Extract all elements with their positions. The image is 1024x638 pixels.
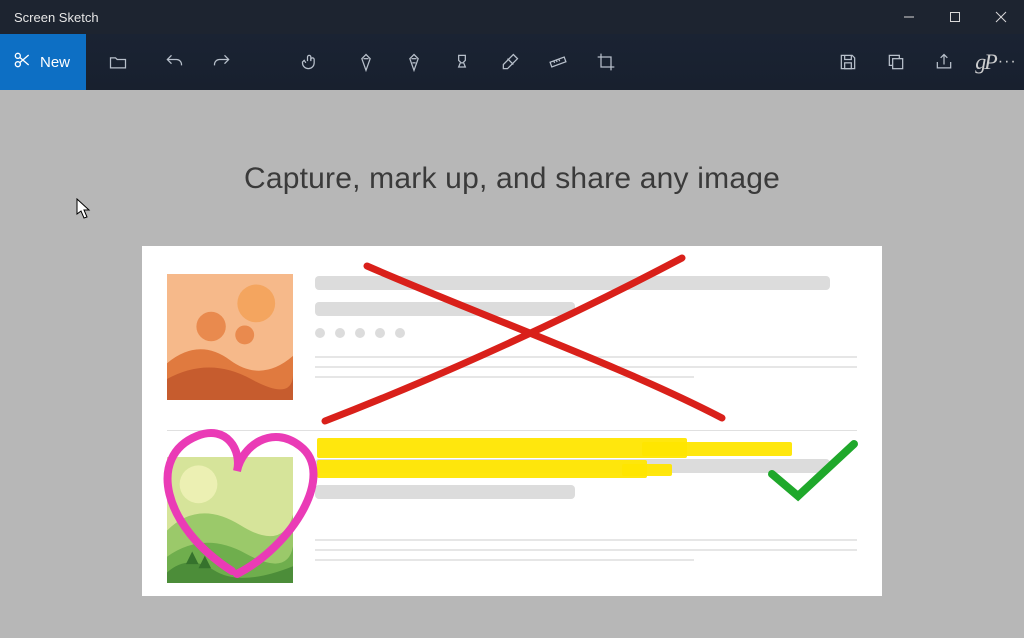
titlebar: Screen Sketch — [0, 0, 1024, 34]
pencil-button[interactable] — [390, 34, 438, 90]
highlighter-button[interactable] — [438, 34, 486, 90]
thumbnail-desert — [167, 274, 293, 400]
undo-button[interactable] — [150, 34, 198, 90]
canvas-area: Capture, mark up, and share any image — [0, 90, 1024, 638]
thumbnail-hills — [167, 457, 293, 583]
open-button[interactable] — [94, 34, 142, 90]
redo-button[interactable] — [198, 34, 246, 90]
touch-writing-button[interactable] — [286, 34, 334, 90]
close-button[interactable] — [978, 0, 1024, 34]
mouse-cursor — [76, 198, 92, 220]
maximize-button[interactable] — [932, 0, 978, 34]
ruler-button[interactable] — [534, 34, 582, 90]
watermark: gP··· — [968, 34, 1024, 90]
new-button-label: New — [40, 54, 70, 71]
share-button[interactable] — [920, 34, 968, 90]
crop-button[interactable] — [582, 34, 630, 90]
headline: Capture, mark up, and share any image — [244, 162, 780, 196]
new-button[interactable]: New — [0, 34, 86, 90]
copy-button[interactable] — [872, 34, 920, 90]
eraser-button[interactable] — [486, 34, 534, 90]
ballpoint-pen-button[interactable] — [342, 34, 390, 90]
app-title: Screen Sketch — [14, 10, 99, 25]
sample-image — [142, 246, 882, 596]
snip-icon — [12, 50, 32, 74]
toolbar: New gP··· — [0, 34, 1024, 90]
minimize-button[interactable] — [886, 0, 932, 34]
save-button[interactable] — [824, 34, 872, 90]
